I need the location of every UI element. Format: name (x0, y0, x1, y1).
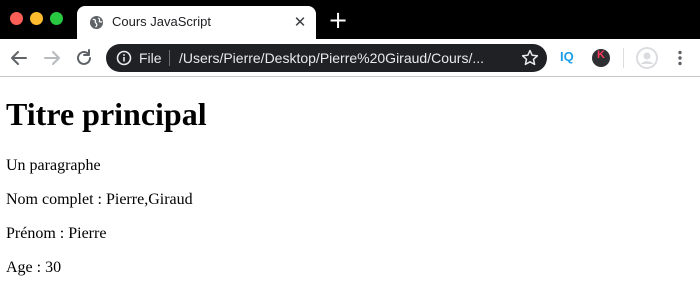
paragraph-first-name: Prénom : Pierre (6, 225, 107, 242)
window-zoom-button[interactable] (50, 12, 63, 25)
page-content: Titre principal Un paragraphe Nom comple… (0, 77, 700, 295)
paragraph: Un paragraphe (6, 157, 101, 174)
file-scheme-label: File (139, 50, 162, 66)
bookmark-star-icon[interactable] (520, 48, 540, 68)
active-tab[interactable]: Cours JavaScript ✕ (77, 6, 316, 39)
forward-arrow-icon[interactable] (41, 47, 63, 69)
back-arrow-icon[interactable] (8, 47, 30, 69)
page-heading: Titre principal (6, 96, 207, 132)
k-extension-label: K (597, 49, 605, 61)
address-separator (169, 50, 170, 66)
browser-toolbar: File /Users/Pierre/Desktop/Pierre%20Gira… (0, 39, 700, 77)
new-tab-button[interactable]: + (328, 8, 348, 32)
reload-icon[interactable] (73, 47, 95, 69)
address-bar[interactable]: File /Users/Pierre/Desktop/Pierre%20Gira… (106, 44, 547, 72)
tab-title: Cours JavaScript (112, 14, 211, 29)
tab-strip: Cours JavaScript ✕ + (0, 0, 700, 39)
paragraph-full-name: Nom complet : Pierre,Giraud (6, 191, 193, 208)
globe-icon (89, 15, 104, 30)
profile-avatar-icon[interactable] (636, 47, 658, 69)
info-icon[interactable] (116, 50, 132, 66)
url-text[interactable]: /Users/Pierre/Desktop/Pierre%20Giraud/Co… (179, 50, 509, 66)
k-extension-icon[interactable]: K (592, 49, 610, 67)
window-minimize-button[interactable] (30, 12, 43, 25)
window-close-button[interactable] (10, 12, 23, 25)
toolbar-separator (623, 48, 624, 68)
paragraph-age: Age : 30 (6, 259, 62, 276)
avatar-silhouette-icon (638, 49, 656, 67)
more-menu-icon[interactable] (670, 48, 690, 68)
tab-close-icon[interactable]: ✕ (291, 13, 309, 31)
iq-extension-icon[interactable]: IQ (560, 49, 574, 64)
